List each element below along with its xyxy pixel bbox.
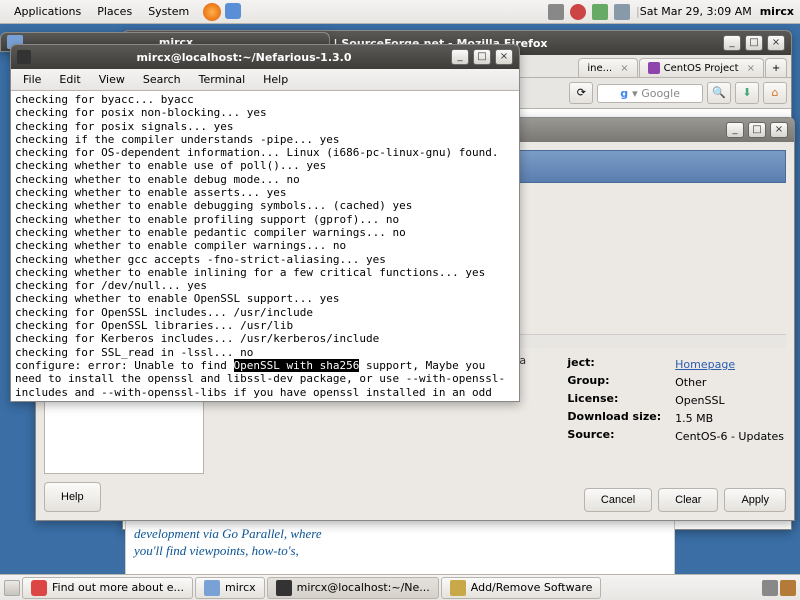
meta-value: OpenSSL bbox=[675, 392, 784, 408]
meta-value: CentOS-6 - Updates bbox=[675, 428, 784, 444]
reload-button[interactable]: ⟳ bbox=[569, 82, 593, 104]
tab-item[interactable]: ine... × bbox=[578, 58, 637, 77]
close-button[interactable]: × bbox=[770, 122, 788, 138]
terminal-window: mircx@localhost:~/Nefarious-1.3.0 _ □ × … bbox=[10, 44, 520, 402]
user-menu[interactable]: mircx bbox=[760, 5, 794, 18]
menu-file[interactable]: File bbox=[15, 71, 49, 88]
terminal-menubar: File Edit View Search Terminal Help bbox=[11, 69, 519, 91]
meta-label: ject: bbox=[567, 356, 673, 372]
task-label: Add/Remove Software bbox=[471, 581, 593, 594]
terminal-icon bbox=[17, 50, 31, 64]
alert-icon[interactable] bbox=[570, 4, 586, 20]
meta-label: Download size: bbox=[567, 410, 673, 426]
task-label: mircx bbox=[225, 581, 256, 594]
app-icon bbox=[31, 580, 47, 596]
email-launcher-icon[interactable] bbox=[225, 3, 241, 19]
task-label: Find out more about e... bbox=[52, 581, 184, 594]
tab-close-icon[interactable]: × bbox=[620, 63, 628, 74]
close-button[interactable]: × bbox=[495, 49, 513, 65]
taskbar-button[interactable]: Find out more about e... bbox=[22, 577, 193, 599]
package-icon bbox=[450, 580, 466, 596]
minimize-button[interactable]: _ bbox=[726, 122, 744, 138]
menu-edit[interactable]: Edit bbox=[51, 71, 88, 88]
favicon-icon bbox=[648, 62, 660, 74]
maximize-button[interactable]: □ bbox=[473, 49, 491, 65]
google-g-icon: g bbox=[620, 87, 628, 100]
terminal-title: mircx@localhost:~/Nefarious-1.3.0 bbox=[37, 51, 451, 64]
top-panel: Applications Places System | Sat Mar 29,… bbox=[0, 0, 800, 24]
workspace-switcher-icon[interactable] bbox=[762, 580, 778, 596]
search-input[interactable]: g▾ Google bbox=[597, 84, 703, 103]
meta-value: Other bbox=[675, 374, 784, 390]
new-tab-button[interactable]: + bbox=[765, 58, 787, 77]
taskbar-button[interactable]: mircx@localhost:~/Ne... bbox=[267, 577, 439, 599]
apply-button[interactable]: Apply bbox=[724, 488, 786, 512]
sf-text-line: you'll find viewpoints, how-to's, bbox=[134, 543, 674, 560]
meta-label: License: bbox=[567, 392, 673, 408]
meta-label: Group: bbox=[567, 374, 673, 390]
show-desktop-icon[interactable] bbox=[4, 580, 20, 596]
network-icon[interactable] bbox=[592, 4, 608, 20]
bottom-panel: Find out more about e... mircx mircx@loc… bbox=[0, 574, 800, 600]
homepage-link[interactable]: Homepage bbox=[675, 358, 735, 371]
task-label: mircx@localhost:~/Ne... bbox=[297, 581, 430, 594]
menu-system[interactable]: System bbox=[140, 5, 197, 18]
sf-text-line: development via Go Parallel, where bbox=[134, 526, 674, 543]
close-button[interactable]: × bbox=[767, 35, 785, 51]
tab-label: CentOS Project bbox=[664, 63, 739, 74]
firefox-launcher-icon[interactable] bbox=[203, 3, 221, 21]
taskbar-button[interactable]: mircx bbox=[195, 577, 265, 599]
terminal-output[interactable]: checking for byacc... byacc checking for… bbox=[11, 91, 519, 401]
clear-button[interactable]: Clear bbox=[658, 488, 718, 512]
clock[interactable]: Sat Mar 29, 3:09 AM bbox=[640, 5, 752, 18]
maximize-button[interactable]: □ bbox=[748, 122, 766, 138]
tab-close-icon[interactable]: × bbox=[747, 63, 755, 74]
menu-view[interactable]: View bbox=[91, 71, 133, 88]
search-button[interactable]: 🔍 bbox=[707, 82, 731, 104]
volume-icon[interactable] bbox=[614, 4, 630, 20]
menu-search[interactable]: Search bbox=[135, 71, 189, 88]
minimize-button[interactable]: _ bbox=[451, 49, 469, 65]
cancel-button[interactable]: Cancel bbox=[584, 488, 652, 512]
menu-terminal[interactable]: Terminal bbox=[191, 71, 254, 88]
menu-applications[interactable]: Applications bbox=[6, 5, 89, 18]
update-icon[interactable] bbox=[548, 4, 564, 20]
maximize-button[interactable]: □ bbox=[745, 35, 763, 51]
folder-icon bbox=[204, 580, 220, 596]
tab-label: ine... bbox=[587, 63, 612, 74]
home-button[interactable]: ⌂ bbox=[763, 82, 787, 104]
trash-icon[interactable] bbox=[780, 580, 796, 596]
taskbar-button[interactable]: Add/Remove Software bbox=[441, 577, 602, 599]
help-button[interactable]: Help bbox=[44, 482, 101, 512]
downloads-button[interactable]: ⬇ bbox=[735, 82, 759, 104]
terminal-icon bbox=[276, 580, 292, 596]
menu-help[interactable]: Help bbox=[255, 71, 296, 88]
minimize-button[interactable]: _ bbox=[723, 35, 741, 51]
menu-places[interactable]: Places bbox=[89, 5, 140, 18]
tab-item[interactable]: CentOS Project × bbox=[639, 58, 764, 77]
meta-value: 1.5 MB bbox=[675, 410, 784, 426]
search-placeholder: Google bbox=[641, 87, 680, 100]
meta-label: Source: bbox=[567, 428, 673, 444]
pkg-metadata: ject:Homepage Group:Other License:OpenSS… bbox=[565, 354, 786, 446]
